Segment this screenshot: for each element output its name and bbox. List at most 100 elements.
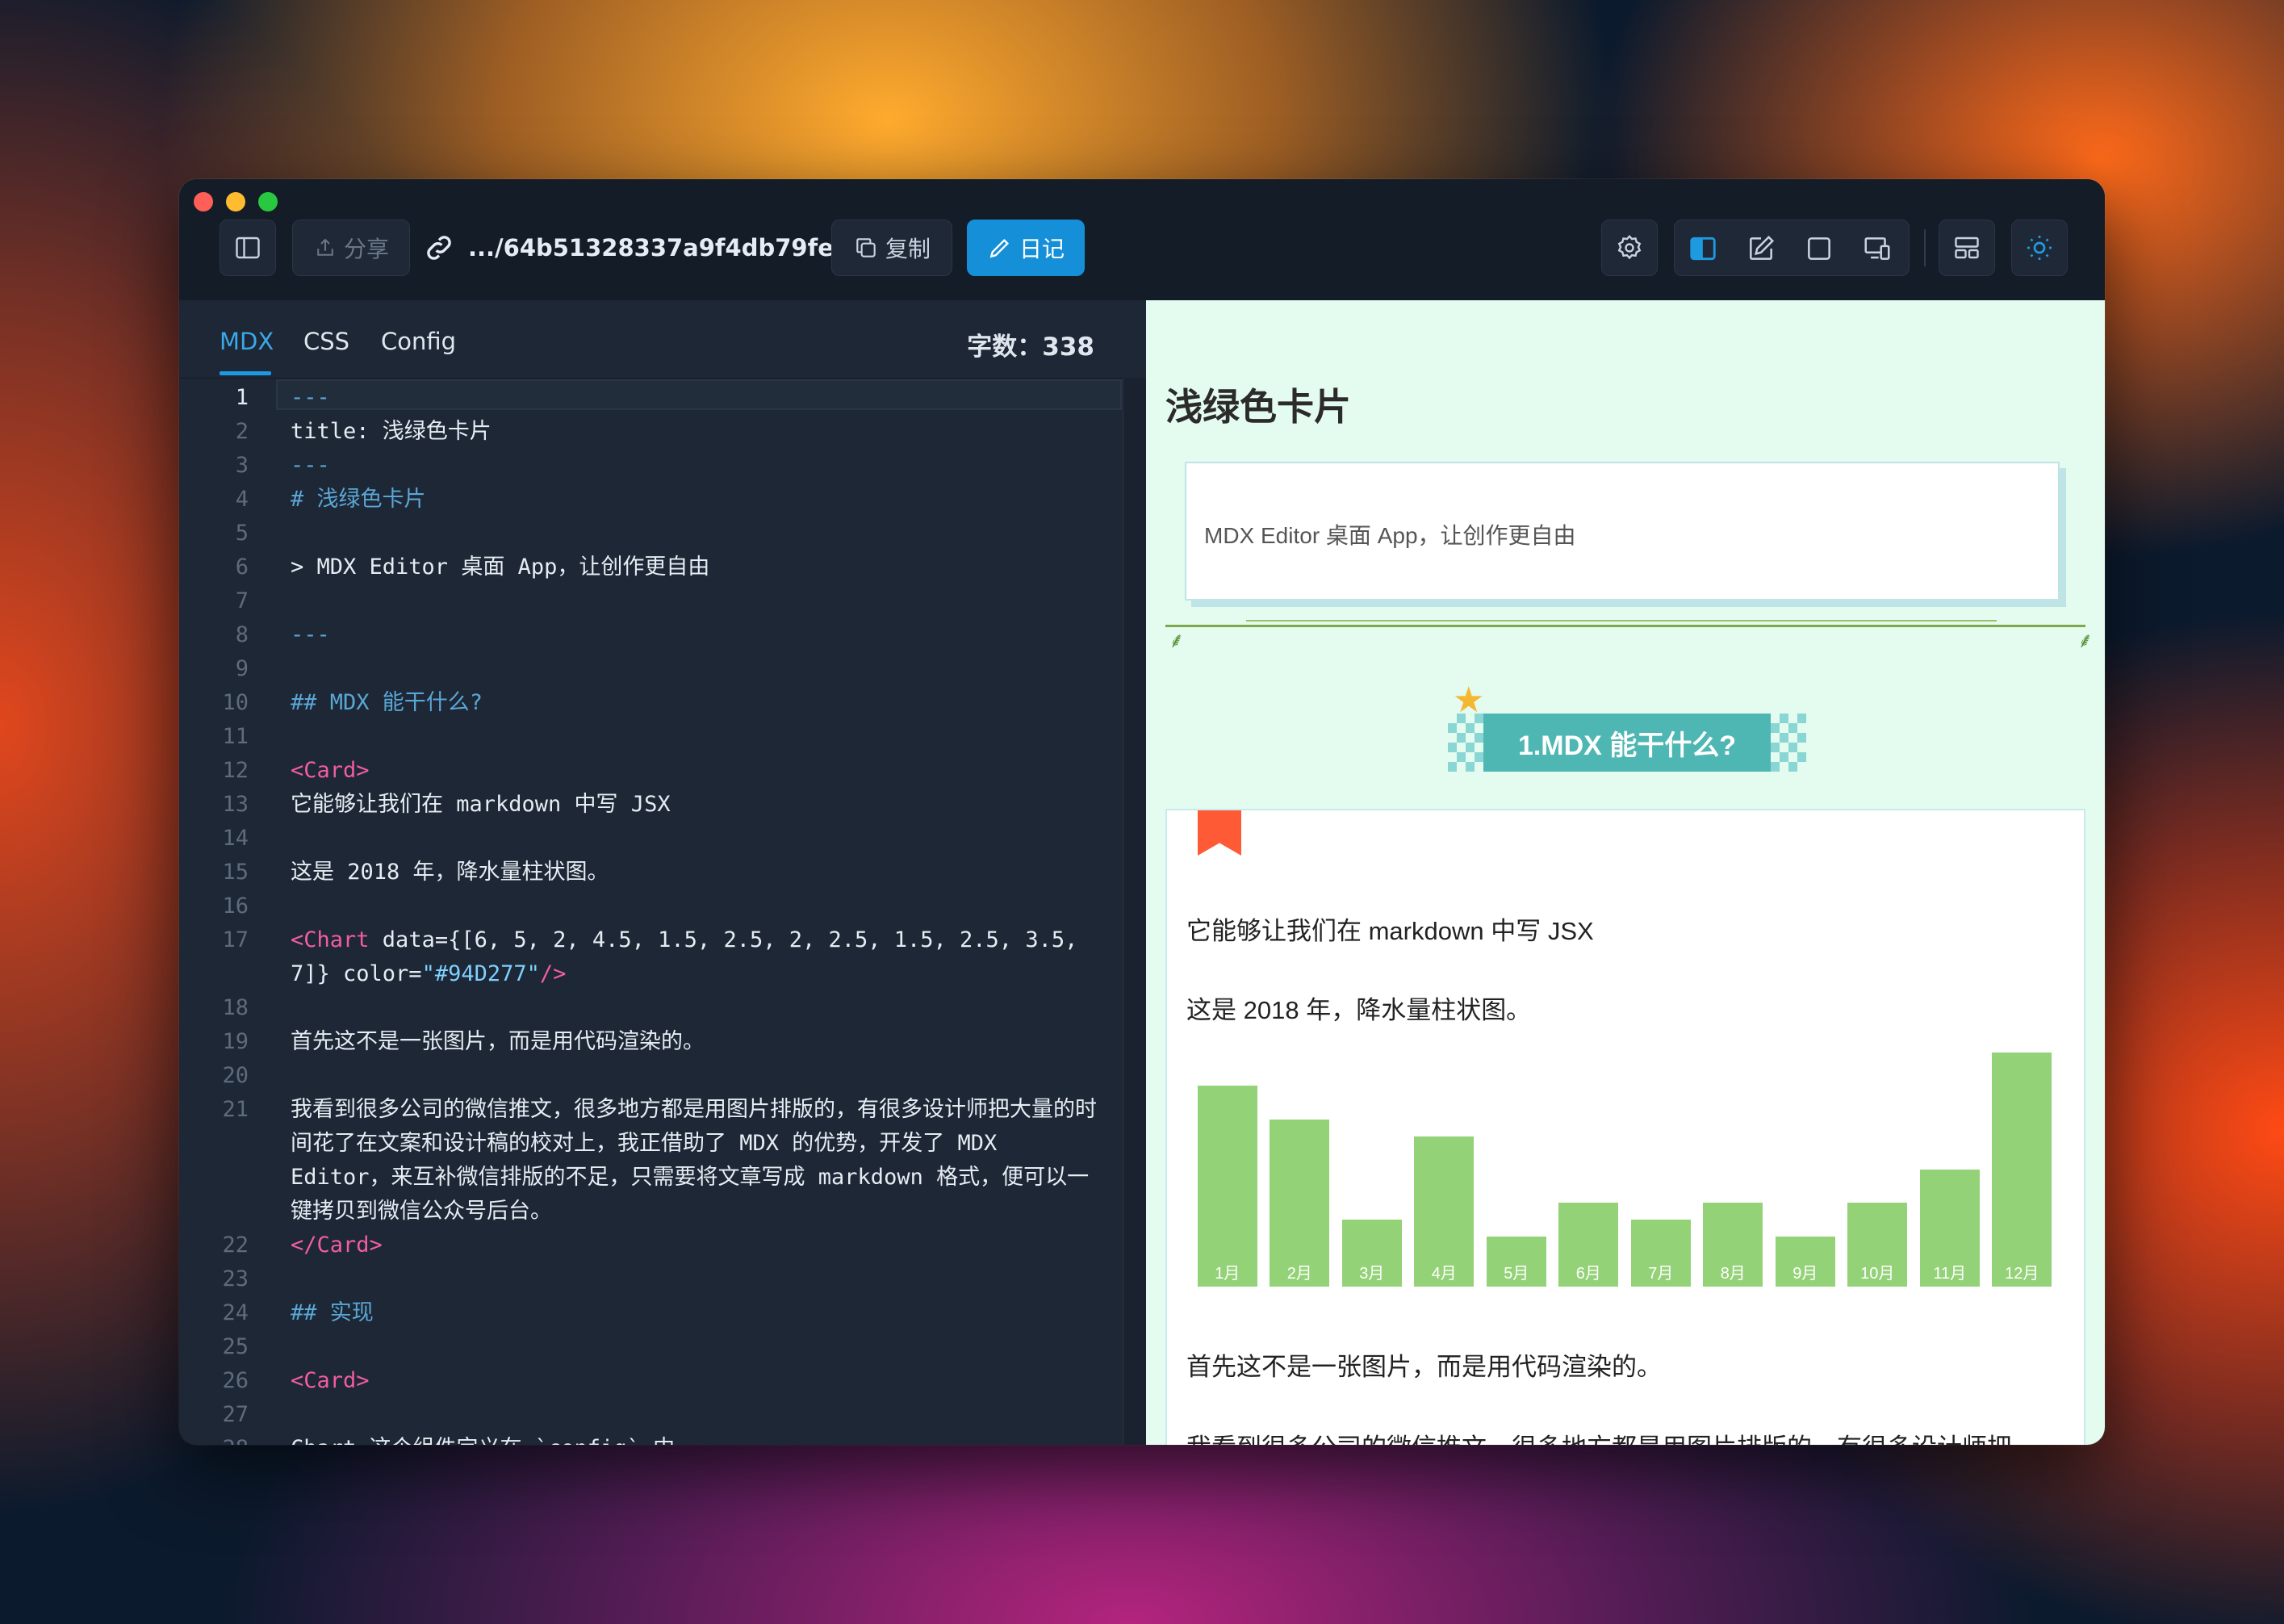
chart-bar-label: 1月: [1215, 1265, 1240, 1283]
line-number: 28: [179, 1432, 249, 1445]
app-window: 分享 .../64b51328337a9f4db79fe677 复制 日记 MD…: [179, 179, 2105, 1445]
content-card: 它能够让我们在 markdown 中写 JSX 这是 2018 年，降水量柱状图…: [1165, 809, 2085, 1445]
card-paragraph-2: 这是 2018 年，降水量柱状图。: [1186, 996, 1532, 1024]
line-text: ---: [291, 453, 330, 478]
checker-left: [1448, 714, 1483, 772]
word-count: 字数：338: [967, 333, 1094, 362]
chart-bar-label: 10月: [1860, 1265, 1895, 1283]
card-paragraph-4: 我看到很多公司的微信推文，很多地方都是用图片排版的，有很多设计师把: [1186, 1427, 2012, 1445]
preview-icon[interactable]: [1804, 233, 1834, 264]
line-number: 1: [235, 385, 249, 410]
line-number: 22: [222, 1233, 249, 1258]
editor-tabs: MDX CSS Config 字数：338: [179, 300, 1146, 379]
share-label: 分享: [343, 236, 389, 262]
titlebar: 分享 .../64b51328337a9f4db79fe677 复制 日记: [179, 179, 2105, 301]
vine-right-icon: ⸙: [2077, 628, 2094, 652]
line-number: 9: [235, 656, 249, 681]
line-text: <Card>: [291, 758, 370, 783]
line-number: 12: [222, 758, 249, 783]
line-number: 10: [222, 690, 249, 715]
document-url: .../64b51328337a9f4db79fe677: [468, 234, 883, 262]
tab-mdx[interactable]: MDX: [220, 328, 274, 355]
minimize-window-button[interactable]: [226, 192, 245, 211]
preview-pane: 浅绿色卡片 MDX Editor 桌面 App，让创作更自由 ⸙ ⸙ ★ 1.M…: [1146, 300, 2105, 1445]
line-text: 这是 2018 年，降水量柱状图。: [291, 860, 609, 885]
editor-scrollbar[interactable]: [1123, 378, 1146, 1445]
blockquote-text: MDX Editor 桌面 App，让创作更自由: [1204, 523, 1576, 548]
view-mode-group: [1674, 220, 1910, 276]
chart-bar-label: 8月: [1720, 1265, 1746, 1283]
line-number: 7: [235, 588, 249, 613]
line-text: </Card>: [291, 1233, 383, 1258]
line-number: 24: [222, 1300, 249, 1325]
line-number: 8: [235, 622, 249, 647]
line-text: Chart 这个组件定义在 `config` 中: [291, 1432, 1106, 1445]
divider: [1165, 625, 2085, 627]
chart-bar-label: 12月: [2005, 1265, 2039, 1283]
line-number: 19: [222, 1029, 249, 1054]
line-number: 3: [235, 453, 249, 478]
line-text: > MDX Editor 桌面 App，让创作更自由: [291, 555, 710, 580]
split-view-icon[interactable]: [1688, 233, 1718, 264]
chart-bar-label: 3月: [1359, 1265, 1385, 1283]
code-editor[interactable]: 1 --- 2 title: 浅绿色卡片 3 --- 4 # 浅绿色卡片 5 6 > MDX Edi…: [179, 378, 1122, 1445]
line-text: title: 浅绿色卡片: [291, 419, 492, 444]
line-number: 17: [222, 927, 249, 952]
link-icon: [427, 236, 451, 260]
toolbar-divider: [1924, 229, 1926, 266]
chart-bar: 11月: [1919, 1170, 1980, 1287]
page-title: 浅绿色卡片: [1165, 386, 1351, 428]
line-number: 4: [235, 487, 249, 512]
chart-bar: 4月: [1414, 1136, 1475, 1287]
line-text: 它能够让我们在 markdown 中写 JSX: [291, 792, 671, 817]
journal-button[interactable]: 日记: [967, 220, 1085, 276]
sun-icon: [2027, 236, 2052, 260]
line-number: 14: [222, 826, 249, 851]
line-text: 首先这不是一张图片，而是用代码渲染的。: [291, 1029, 705, 1054]
journal-label: 日记: [1019, 236, 1065, 262]
chart-bar: 10月: [1847, 1203, 1908, 1287]
edit-icon[interactable]: [1746, 233, 1776, 264]
checker-right: [1771, 714, 1806, 772]
editor-pane: MDX CSS Config 字数：338 1 --- 2 title: 浅绿色卡片 3…: [179, 300, 1146, 1445]
chart-bar-label: 11月: [1933, 1265, 1967, 1283]
chart-bar-label: 7月: [1648, 1265, 1674, 1283]
chart-bar: 6月: [1558, 1203, 1619, 1287]
line-number: 6: [235, 555, 249, 580]
section-heading-text: 1.MDX 能干什么?: [1483, 714, 1771, 772]
line-text: <Card>: [291, 1368, 370, 1393]
card-paragraph-1: 它能够让我们在 markdown 中写 JSX: [1186, 917, 1594, 945]
precipitation-bar-chart: 1月 2月 3月 4月 5月 6月 7月 8月 9月 10月 11月 12月: [1191, 1053, 2058, 1287]
device-icon[interactable]: [1862, 233, 1893, 264]
share-icon: [317, 238, 333, 256]
line-text: ---: [291, 622, 330, 647]
line-text: # 浅绿色卡片: [291, 487, 426, 512]
line-number: 5: [235, 521, 249, 546]
line-number: 18: [222, 995, 249, 1020]
copy-button[interactable]: 复制: [831, 220, 952, 276]
bookmark-icon: [1198, 810, 1241, 856]
line-number: 13: [222, 792, 249, 817]
close-window-button[interactable]: [194, 192, 213, 211]
card-paragraph-3: 首先这不是一张图片，而是用代码渲染的。: [1186, 1353, 1662, 1381]
chart-bar: 3月: [1341, 1220, 1402, 1287]
share-button[interactable]: 分享: [292, 220, 410, 276]
vine-left-icon: ⸙: [1169, 628, 1185, 652]
tab-css[interactable]: CSS: [303, 328, 349, 355]
sidebar-toggle-button[interactable]: [220, 220, 276, 276]
settings-button[interactable]: [1601, 220, 1658, 276]
document-link[interactable]: .../64b51328337a9f4db79fe677: [423, 220, 882, 276]
chart-bar: 8月: [1703, 1203, 1763, 1287]
chart-bar: 5月: [1486, 1236, 1546, 1287]
active-tab-indicator: [220, 371, 271, 375]
layout-button[interactable]: [1939, 220, 1995, 276]
line-text: ## 实现: [291, 1300, 374, 1325]
line-number: 21: [222, 1097, 249, 1122]
section-heading: ★ 1.MDX 能干什么?: [1445, 680, 1813, 772]
maximize-window-button[interactable]: [258, 192, 278, 211]
sidebar-toggle-icon: [236, 236, 260, 259]
blockquote-card: MDX Editor 桌面 App，让创作更自由: [1185, 462, 2060, 601]
theme-toggle-button[interactable]: [2011, 220, 2068, 276]
tab-config[interactable]: Config: [381, 328, 456, 355]
layout-icon: [1955, 236, 1979, 259]
